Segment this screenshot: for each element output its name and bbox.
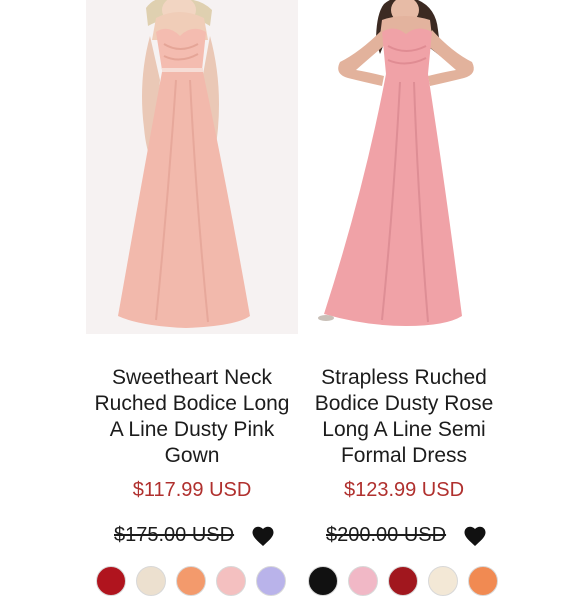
color-swatch[interactable] xyxy=(96,566,126,596)
heart-icon[interactable] xyxy=(251,525,275,547)
original-price: $175.00 USD xyxy=(114,524,235,546)
product-title[interactable]: Sweetheart Neck Ruched Bodice Long A Lin… xyxy=(86,365,298,469)
color-swatch[interactable] xyxy=(388,566,418,596)
color-swatches xyxy=(298,566,510,596)
color-swatch[interactable] xyxy=(468,566,498,596)
product-title-line: Sweetheart Neck xyxy=(112,366,272,389)
product-title-line: Formal Dress xyxy=(340,444,467,467)
color-swatch[interactable] xyxy=(428,566,458,596)
heart-icon[interactable] xyxy=(463,525,487,547)
product-title-line: A Line Dusty Pink xyxy=(109,418,275,441)
product-title[interactable]: Strapless Ruched Bodice Dusty Rose Long … xyxy=(298,365,510,469)
product-title-line: Ruched Bodice Long xyxy=(94,392,290,415)
product-title-line: Strapless Ruched xyxy=(321,366,487,389)
color-swatch[interactable] xyxy=(308,566,338,596)
product-image[interactable] xyxy=(298,0,510,334)
color-swatch[interactable] xyxy=(136,566,166,596)
color-swatch[interactable] xyxy=(176,566,206,596)
color-swatch[interactable] xyxy=(348,566,378,596)
product-title-line: Bodice Dusty Rose xyxy=(314,392,494,415)
product-image[interactable] xyxy=(86,0,298,334)
product-title-line: Gown xyxy=(164,444,220,467)
product-card[interactable]: Strapless Ruched Bodice Dusty Rose Long … xyxy=(298,0,510,596)
original-price-row: $200.00 USD xyxy=(298,522,510,550)
product-card[interactable]: Sweetheart Neck Ruched Bodice Long A Lin… xyxy=(86,0,298,596)
color-swatch[interactable] xyxy=(256,566,286,596)
original-price-row: $175.00 USD xyxy=(86,522,298,550)
color-swatch[interactable] xyxy=(216,566,246,596)
color-swatches xyxy=(86,566,298,596)
sale-price: $123.99 USD xyxy=(343,479,465,501)
sale-price: $117.99 USD xyxy=(132,479,252,501)
original-price: $200.00 USD xyxy=(326,524,447,546)
product-title-line: Long A Line Semi xyxy=(322,418,486,441)
product-grid: Sweetheart Neck Ruched Bodice Long A Lin… xyxy=(0,0,580,596)
